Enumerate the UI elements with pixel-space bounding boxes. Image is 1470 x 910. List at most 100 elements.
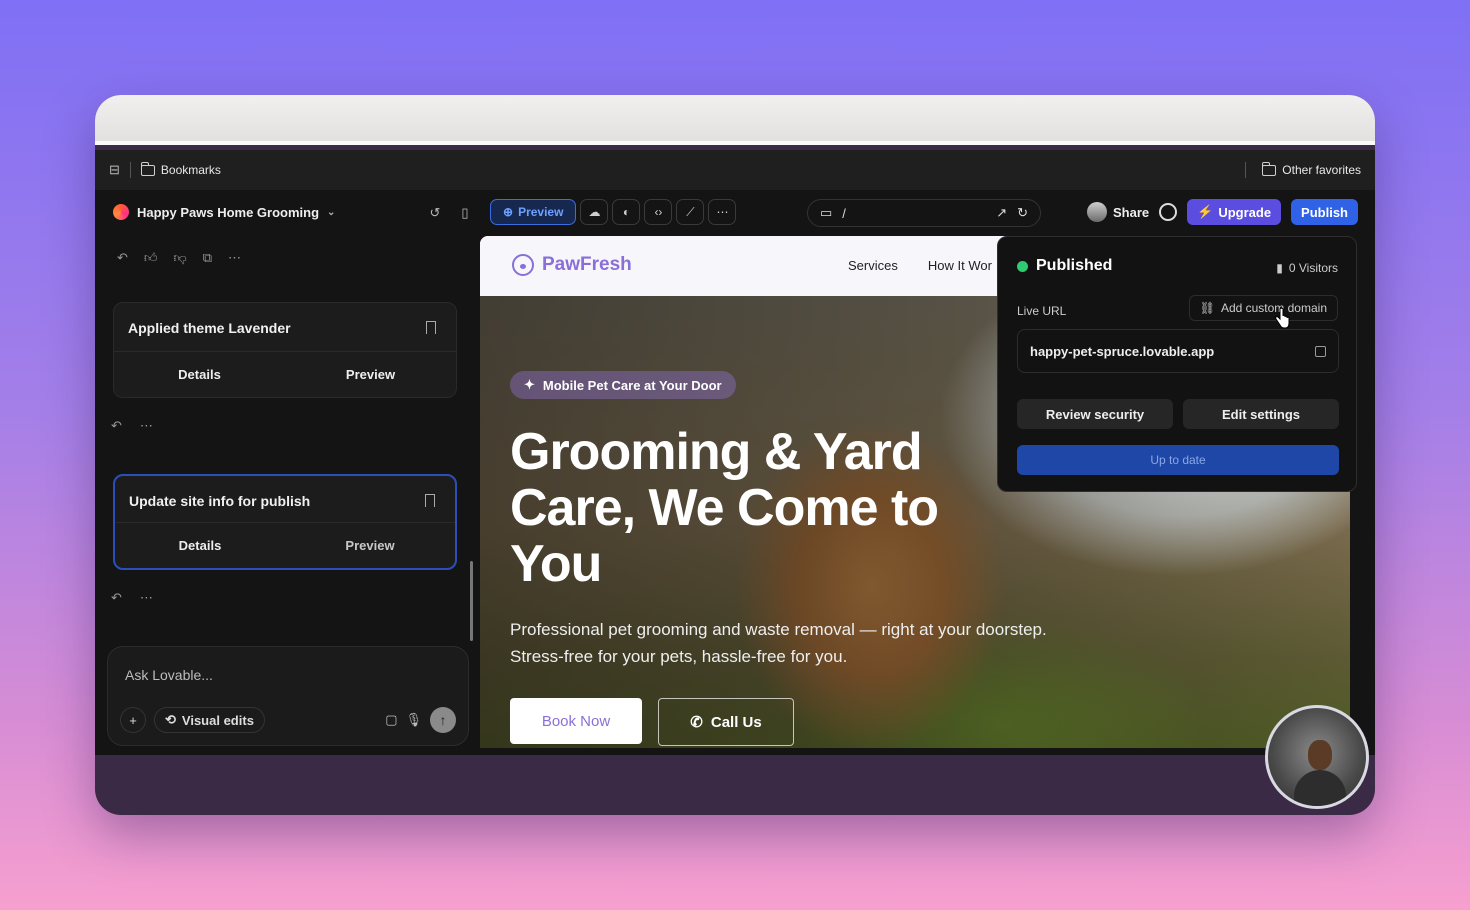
site-brand: PawFresh: [542, 254, 632, 275]
undo-icon[interactable]: ↶: [111, 418, 122, 434]
visual-edits-button[interactable]: ⟲ Visual edits: [154, 707, 265, 733]
chat-scrollbar[interactable]: [470, 561, 473, 641]
thumbs-down-icon[interactable]: 👎︎: [174, 250, 187, 266]
analytics-icon[interactable]: ⟋: [676, 199, 705, 225]
paw-icon: [512, 254, 534, 276]
topbar-actions: Share ⚡ Upgrade Publish: [1086, 199, 1358, 225]
publish-popover: Published ▮ 0 Visitors Live URL ⛓ Add cu…: [997, 236, 1357, 492]
history-icon[interactable]: ↺: [425, 203, 445, 223]
live-url-label: Live URL: [1017, 304, 1067, 318]
site-logo[interactable]: PawFresh: [512, 254, 632, 276]
bookmarks-bar: ⊟ Bookmarks Other favorites: [95, 150, 1375, 190]
publish-status-label: Published: [1036, 257, 1113, 274]
more-icon[interactable]: ⋯: [228, 250, 241, 266]
url-path: /: [842, 205, 846, 221]
visual-edits-icon: ⟲: [165, 712, 176, 727]
hand-cursor-icon: [1275, 308, 1290, 329]
reading-list-icon[interactable]: ⊟: [109, 162, 120, 178]
live-url-value: happy-pet-spruce.lovable.app: [1030, 343, 1215, 359]
code-icon[interactable]: ‹›: [644, 199, 673, 225]
add-attachment-button[interactable]: +: [120, 707, 146, 733]
call-us-label: Call Us: [710, 713, 762, 731]
card-footer-actions: ↶ ⋯: [111, 590, 153, 606]
share-button[interactable]: Share: [1086, 202, 1150, 222]
divider: [129, 162, 131, 178]
edit-settings-button[interactable]: Edit settings: [1183, 399, 1339, 429]
more-icon[interactable]: ⋯: [140, 418, 153, 434]
book-now-button[interactable]: Book Now: [510, 698, 642, 744]
folder-icon: [140, 161, 155, 176]
publish-popover-actions: Review security Edit settings: [1017, 399, 1339, 429]
open-external-icon[interactable]: ↗: [996, 205, 1007, 221]
lovable-logo-icon: [113, 204, 129, 220]
browser-window: ⊟ Bookmarks Other favorites Happy Paws H…: [95, 95, 1375, 815]
site-nav-links: Services How It Wor: [848, 258, 992, 273]
hero-subtitle: Professional pet grooming and waste remo…: [510, 620, 1047, 666]
publish-label: Publish: [1301, 204, 1348, 220]
chat-input[interactable]: Ask Lovable...: [125, 667, 213, 683]
microphone-icon[interactable]: 🎙︎: [405, 712, 422, 728]
add-custom-domain-button[interactable]: ⛓ Add custom domain: [1188, 295, 1338, 321]
thumbs-up-icon[interactable]: 👍︎: [144, 250, 158, 266]
live-url-field[interactable]: happy-pet-spruce.lovable.app: [1017, 329, 1339, 373]
hero-title: Grooming & Yard Care, We Come to You: [510, 423, 939, 593]
preview-button[interactable]: Preview: [285, 523, 455, 568]
bookmark-icon[interactable]: [426, 321, 436, 334]
copy-icon[interactable]: [1315, 345, 1326, 357]
change-card: Applied theme Lavender Details Preview: [113, 302, 457, 398]
divider: [1245, 162, 1247, 178]
bookmarks-label: Bookmarks: [160, 163, 221, 177]
chat-panel: ↶ 👍︎ 👎︎ ⧉ ⋯ Applied theme Lavender Detai…: [95, 236, 475, 755]
details-button[interactable]: Details: [114, 352, 285, 397]
chevron-down-icon: ⌄: [327, 206, 336, 218]
card-title: Applied theme Lavender: [128, 320, 291, 336]
card-title: Update site info for publish: [129, 493, 311, 509]
more-icon[interactable]: ⋯: [140, 590, 153, 606]
device-icon[interactable]: ▭: [820, 205, 832, 221]
nav-link-services[interactable]: Services: [848, 258, 898, 273]
bookmarks-folder[interactable]: Bookmarks: [140, 161, 221, 177]
upgrade-button[interactable]: ⚡ Upgrade: [1187, 199, 1282, 225]
phone-icon: ✆: [690, 714, 703, 731]
bar-chart-icon: ▮: [1276, 261, 1283, 275]
hero-tag: ✦ Mobile Pet Care at Your Door: [510, 371, 736, 399]
copy-icon[interactable]: ⧉: [203, 250, 212, 266]
publish-status: Published: [1017, 257, 1112, 275]
github-icon[interactable]: [1159, 203, 1178, 221]
app-topbar: Happy Paws Home Grooming ⌄ ↺ ▯ ⊕ Preview…: [95, 190, 1375, 236]
more-icon[interactable]: ⋯: [708, 199, 737, 225]
preview-tab[interactable]: ⊕ Preview: [490, 199, 577, 225]
preview-button[interactable]: Preview: [285, 352, 456, 397]
hero-tag-label: Mobile Pet Care at Your Door: [542, 377, 722, 393]
folder-icon: [1262, 161, 1277, 176]
globe-icon: ⊕: [503, 205, 514, 219]
chat-mode-icon[interactable]: ▢: [385, 712, 397, 728]
status-dot-icon: [1017, 260, 1028, 272]
revert-icon[interactable]: ↶: [111, 590, 122, 606]
view-toolbar: ⊕ Preview ☁ ◐ ‹› ⟋ ⋯: [490, 199, 737, 225]
lovable-app: Happy Paws Home Grooming ⌄ ↺ ▯ ⊕ Preview…: [95, 190, 1375, 755]
sidebar-toggle-icon[interactable]: ▯: [455, 203, 475, 223]
browser-chrome: [95, 95, 1375, 145]
presenter-body: [1294, 770, 1346, 806]
link-icon: ⛓: [1199, 301, 1215, 315]
bookmark-icon[interactable]: [425, 494, 435, 507]
refresh-icon[interactable]: ↻: [1017, 205, 1028, 221]
up-to-date-button[interactable]: Up to date: [1017, 445, 1339, 475]
preview-url-bar[interactable]: ▭ / ↗ ↻: [807, 199, 1041, 227]
publish-button[interactable]: Publish: [1291, 199, 1358, 225]
cloud-icon[interactable]: ☁: [580, 199, 609, 225]
other-favorites-folder[interactable]: Other favorites: [1235, 161, 1361, 178]
project-menu[interactable]: Happy Paws Home Grooming ⌄: [113, 204, 335, 220]
sparkle-icon: ✦: [524, 377, 535, 392]
card-actions: Details Preview: [114, 351, 456, 397]
visitors-count[interactable]: ▮ 0 Visitors: [1276, 261, 1338, 275]
send-button[interactable]: ↑: [430, 707, 456, 733]
palette-icon[interactable]: ◐: [612, 199, 641, 225]
nav-link-how-it-works[interactable]: How It Wor: [928, 258, 992, 273]
call-us-button[interactable]: ✆ Call Us: [658, 698, 794, 746]
undo-icon[interactable]: ↶: [117, 250, 128, 266]
details-button[interactable]: Details: [115, 523, 285, 568]
share-label: Share: [1112, 204, 1150, 220]
review-security-button[interactable]: Review security: [1017, 399, 1173, 429]
